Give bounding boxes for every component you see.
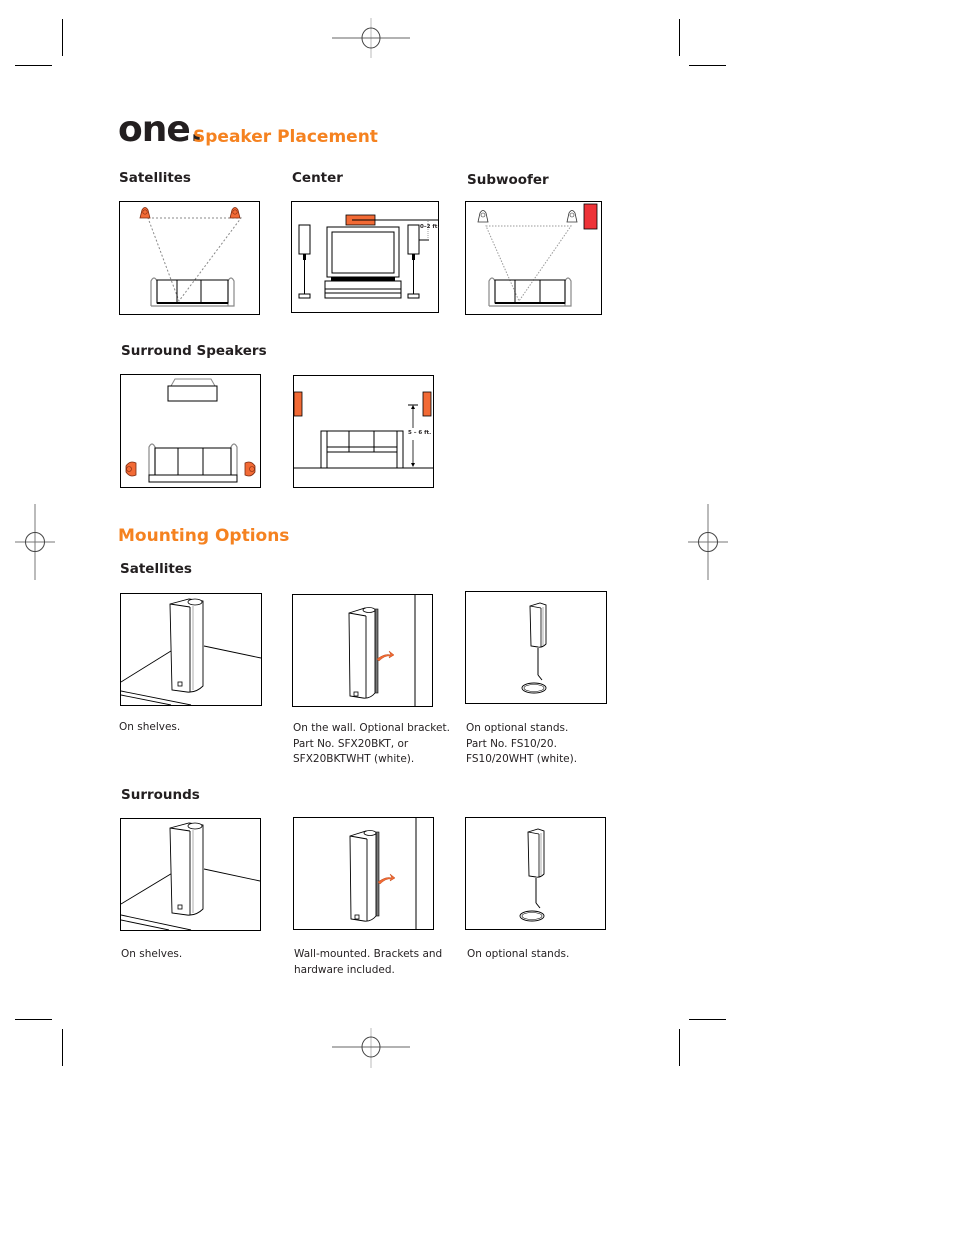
caption-line: On optional stands.	[466, 722, 569, 734]
arrow-icon	[376, 650, 395, 662]
chapter-number: one.	[118, 109, 203, 150]
crop-mark	[679, 19, 680, 56]
crop-mark	[15, 65, 52, 66]
surround-speaker-right-icon	[244, 461, 256, 477]
caption-line: hardware included.	[294, 963, 395, 976]
shelf-mount-illustration	[120, 593, 262, 706]
caption-line: Part No. SFX20BKT, or	[293, 737, 409, 750]
caption-line: On shelves.	[119, 721, 181, 733]
center-distance-label: 0–2 ft.	[420, 224, 440, 230]
speaker-right-icon	[229, 207, 241, 219]
surround-top-view-diagram	[120, 374, 261, 488]
center-cabinet-icon	[167, 378, 218, 402]
registration-mark-icon	[15, 504, 55, 580]
registration-mark-icon	[332, 18, 410, 58]
caption-line: On shelves.	[121, 948, 183, 960]
satellite-wall-caption: On the wall. Optional bracket. Part No. …	[293, 721, 450, 768]
satellite-shelf-caption: On shelves.	[119, 720, 180, 736]
wall-bracket-speaker-icon	[348, 595, 416, 706]
caption-line: On the wall. Optional bracket.	[293, 722, 450, 734]
wall-speaker-left-icon	[294, 391, 303, 417]
caption-line: Part No. FS10/20.	[466, 737, 557, 750]
center-diagram-art	[298, 214, 438, 299]
speaker-left-outline-icon	[477, 210, 489, 223]
satellites-placement-diagram	[119, 201, 260, 315]
wall-mount-illustration	[292, 594, 433, 707]
subwoofer-placement-diagram	[465, 201, 602, 315]
surround-top-art	[125, 378, 256, 483]
crop-mark	[15, 1019, 52, 1020]
arrow-icon	[377, 873, 396, 885]
subwoofer-diagram-art	[477, 203, 598, 307]
floor-stand-speaker-icon	[519, 828, 545, 922]
wall-bracket-speaker-icon	[349, 818, 417, 929]
surround-height-label: 5 – 6 ft.	[408, 430, 432, 436]
registration-mark-icon	[332, 1028, 410, 1068]
tv-icon	[324, 226, 402, 299]
wall-speaker-right-icon	[422, 391, 432, 417]
sofa-icon	[148, 443, 238, 483]
shelf-mount-illustration	[120, 818, 261, 931]
crop-mark	[689, 65, 726, 66]
surround-speaker-left-icon	[125, 461, 137, 477]
page-title: Speaker Placement	[193, 127, 378, 147]
surround-side-view-diagram: 5 – 6 ft.	[293, 375, 434, 488]
crop-mark	[679, 1029, 680, 1066]
crop-mark	[62, 19, 63, 56]
caption-line: SFX20BKTWHT (white).	[293, 753, 415, 765]
mounting-satellites-heading: Satellites	[120, 561, 192, 577]
registration-mark-icon	[688, 504, 728, 580]
surround-stand-caption: On optional stands.	[467, 947, 569, 963]
caption-line: On optional stands.	[467, 948, 570, 960]
surround-wall-caption: Wall-mounted. Brackets and hardware incl…	[294, 947, 442, 978]
floor-stand-speaker-icon	[521, 602, 547, 694]
speaker-left-icon	[139, 207, 151, 219]
crop-mark	[689, 1019, 726, 1020]
center-placement-diagram: 0–2 ft.	[291, 201, 439, 313]
surround-speakers-heading: Surround Speakers	[121, 343, 267, 359]
right-stand-speaker-icon	[407, 224, 420, 299]
caption-line: Wall-mounted. Brackets and	[294, 948, 443, 960]
speaker-right-outline-icon	[566, 210, 578, 223]
sofa-side-icon	[320, 430, 404, 469]
stand-mount-illustration	[465, 817, 606, 930]
center-heading: Center	[292, 170, 343, 186]
satellites-diagram-art	[139, 207, 242, 307]
left-stand-speaker-icon	[298, 224, 311, 299]
caption-line: FS10/20WHT (white).	[466, 753, 578, 765]
mounting-options-heading: Mounting Options	[118, 526, 290, 546]
stand-mount-illustration	[465, 591, 607, 704]
shelf-speaker-icon	[121, 598, 261, 705]
shelf-speaker-icon	[121, 822, 260, 930]
satellite-stand-caption: On optional stands. Part No. FS10/20. FS…	[466, 721, 577, 768]
crop-mark	[62, 1029, 63, 1066]
sofa-icon	[488, 277, 572, 307]
satellites-heading: Satellites	[119, 170, 191, 186]
wall-mount-illustration	[293, 817, 434, 930]
surround-shelf-caption: On shelves.	[121, 947, 182, 963]
mounting-surrounds-heading: Surrounds	[121, 787, 200, 803]
subwoofer-heading: Subwoofer	[467, 172, 549, 188]
subwoofer-icon	[583, 203, 598, 230]
